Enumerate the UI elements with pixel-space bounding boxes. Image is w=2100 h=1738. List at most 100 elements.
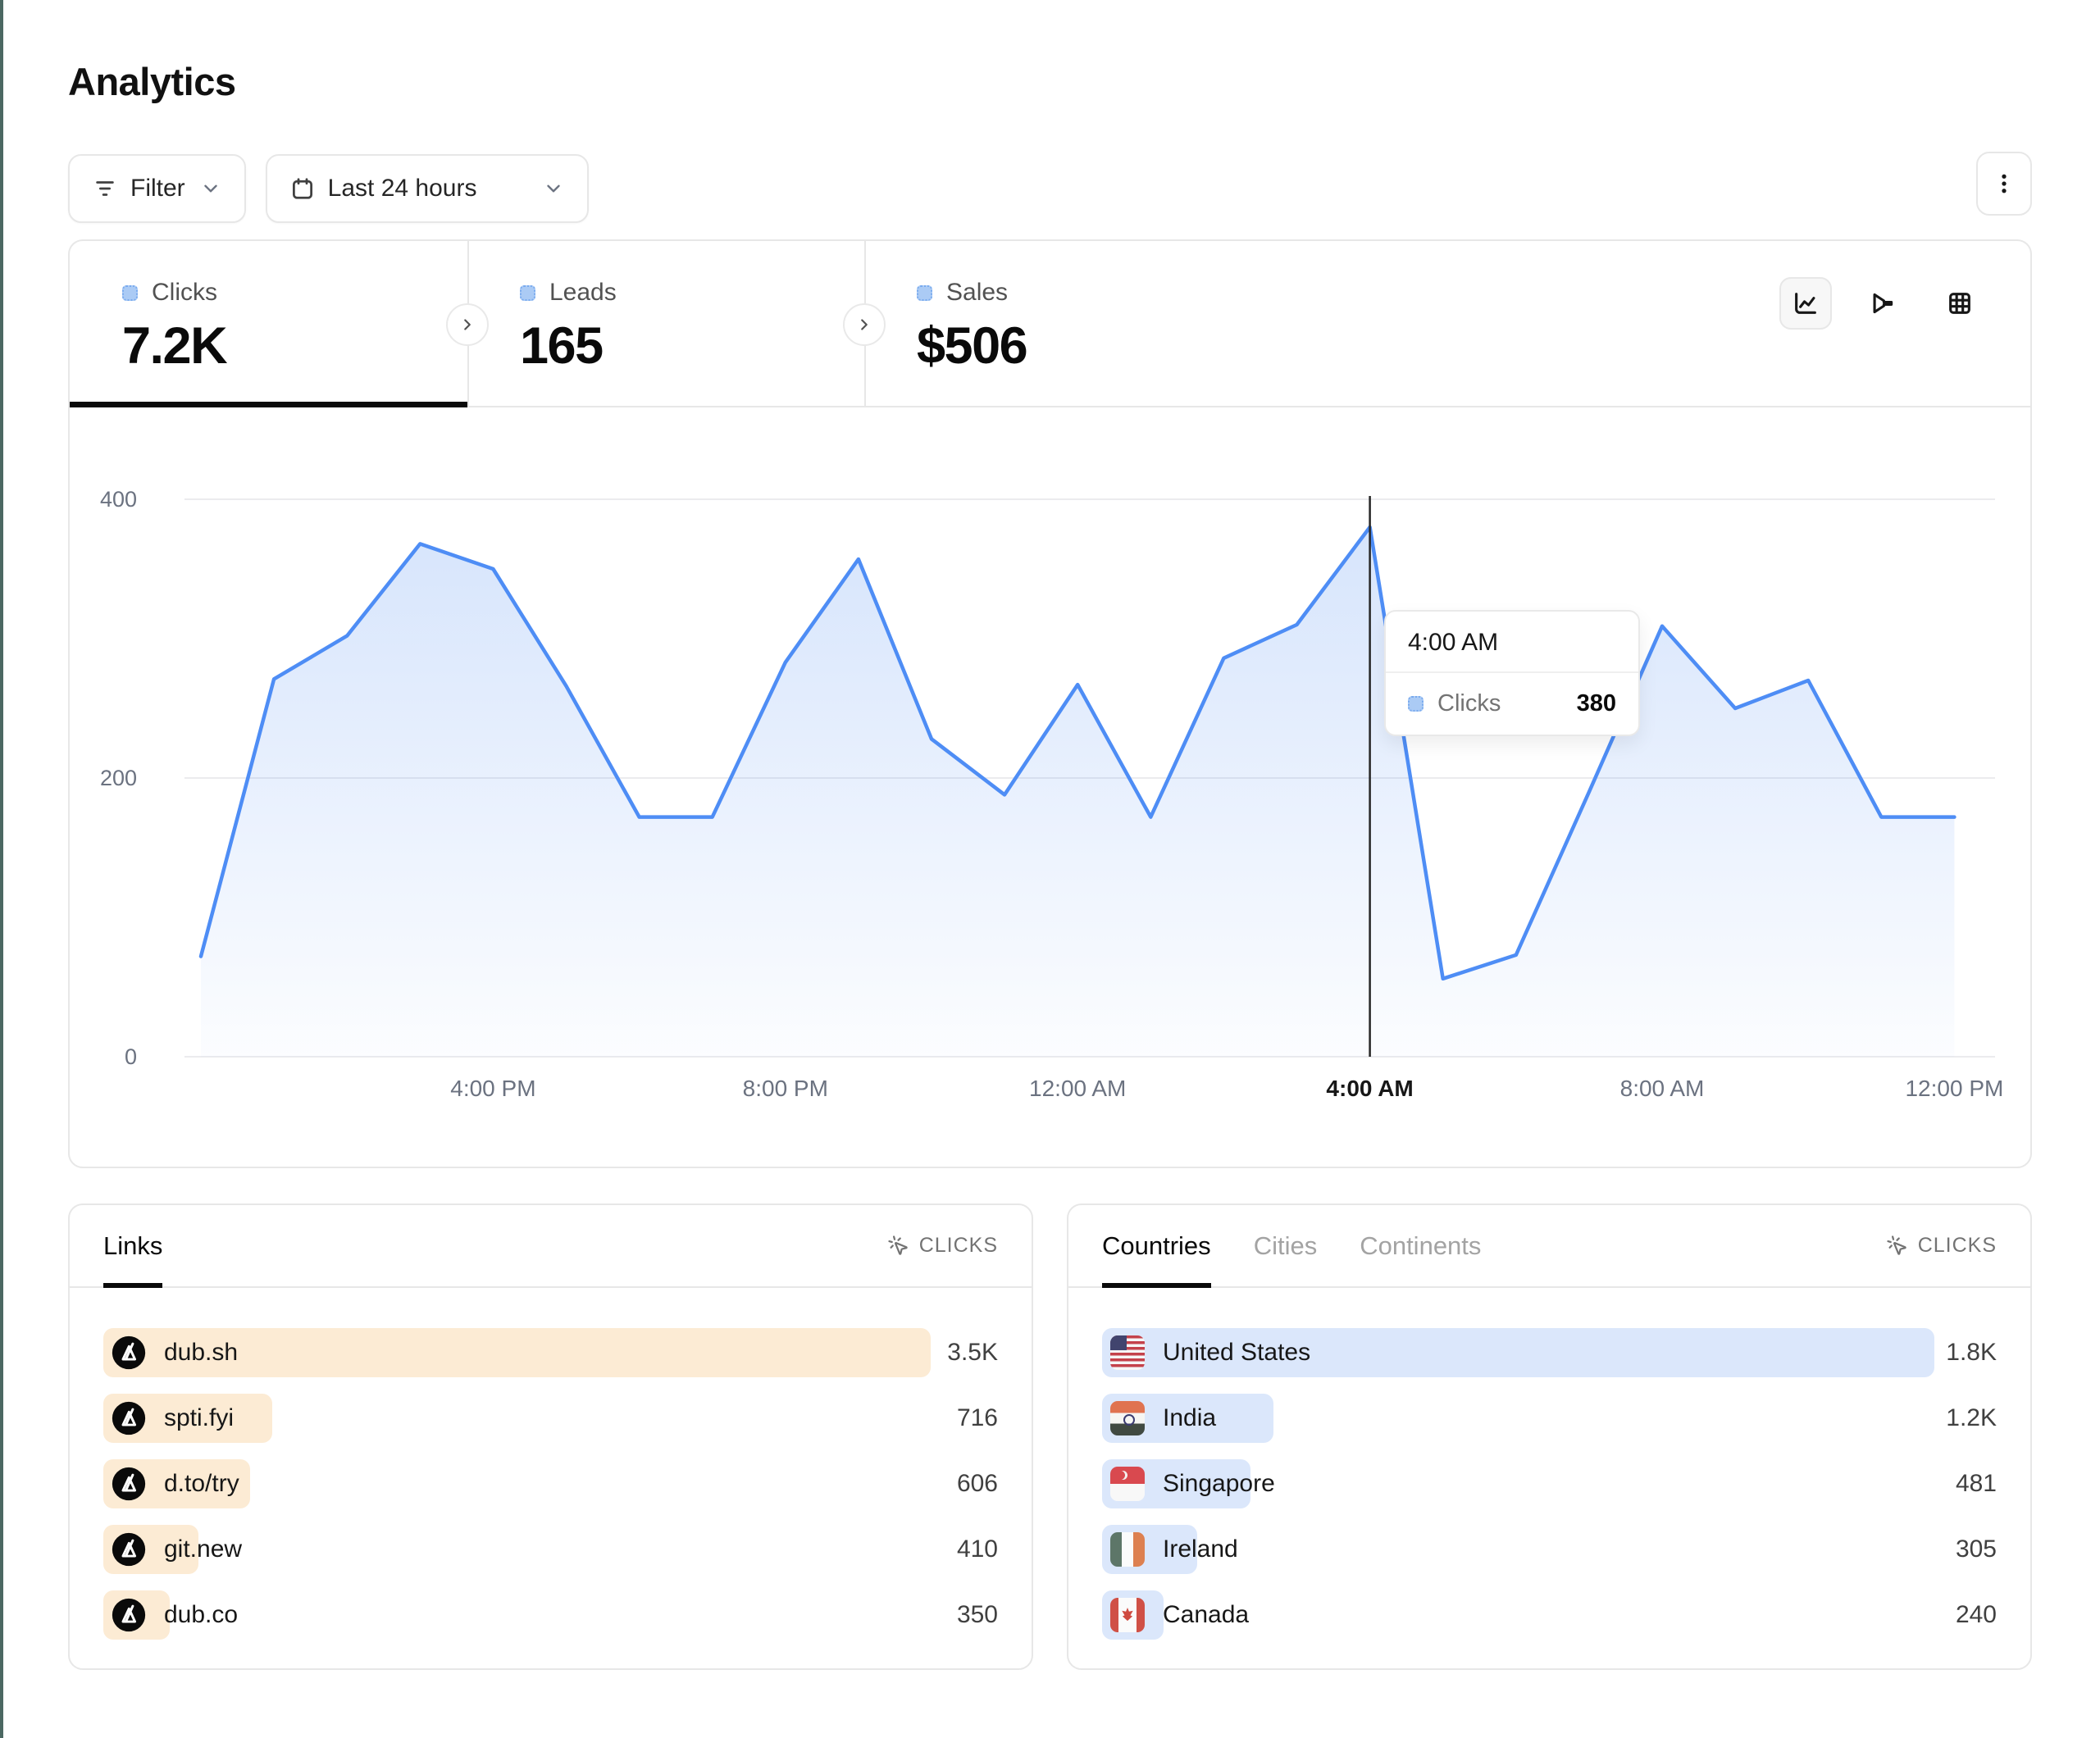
link-clicks-value: 606	[957, 1470, 998, 1498]
link-clicks-value: 716	[957, 1404, 998, 1432]
clicks-legend-swatch	[122, 285, 138, 301]
dub-logo-icon	[112, 1598, 146, 1632]
link-clicks-value: 410	[957, 1536, 998, 1563]
tab-leads[interactable]: Leads 165	[467, 241, 864, 406]
chevron-down-icon	[543, 178, 564, 199]
tab-links[interactable]: Links	[103, 1205, 162, 1286]
metric-tabs: Clicks 7.2K Leads 165 Sales $506	[70, 241, 2030, 407]
cursor-click-icon	[1886, 1235, 1908, 1257]
country-label: India	[1163, 1404, 1216, 1432]
line-chart-icon	[1792, 289, 1820, 317]
country-clicks-value: 481	[1956, 1470, 1997, 1498]
tab-sales[interactable]: Sales $506	[864, 241, 1274, 406]
filter-button[interactable]: Filter	[68, 154, 246, 223]
metric-label: Sales	[946, 279, 1008, 307]
tab-countries[interactable]: Countries	[1102, 1205, 1211, 1286]
filter-button-label: Filter	[130, 175, 185, 202]
date-range-button[interactable]: Last 24 hours	[266, 154, 589, 223]
countries-metric-selector[interactable]: CLICKS	[1886, 1234, 1997, 1258]
analytics-card: Clicks 7.2K Leads 165 Sales $506	[68, 239, 2032, 1168]
us-flag-icon	[1110, 1335, 1145, 1370]
tooltip-time: 4:00 AM	[1386, 612, 1638, 671]
country-label: Ireland	[1163, 1536, 1238, 1563]
dub-logo-icon	[112, 1467, 146, 1501]
metric-header-label: CLICKS	[919, 1234, 998, 1258]
tab-cities[interactable]: Cities	[1254, 1205, 1318, 1286]
country-clicks-value: 305	[1956, 1536, 1997, 1563]
country-clicks-value: 1.2K	[1946, 1404, 1997, 1432]
country-label: Canada	[1163, 1601, 1249, 1629]
tab-label: Cities	[1254, 1231, 1318, 1261]
ireland-flag-icon	[1110, 1532, 1145, 1567]
country-label: United States	[1163, 1339, 1310, 1367]
singapore-flag-icon	[1110, 1467, 1145, 1501]
chevron-right-icon	[855, 316, 873, 334]
svg-text:0: 0	[125, 1044, 137, 1069]
country-row[interactable]: India 1.2K	[1102, 1394, 1997, 1443]
links-metric-selector[interactable]: CLICKS	[887, 1234, 998, 1258]
link-label: d.to/try	[164, 1470, 239, 1498]
country-row[interactable]: Singapore 481	[1102, 1459, 1997, 1508]
svg-text:12:00 PM: 12:00 PM	[1905, 1076, 2003, 1101]
countries-panel: Countries Cities Continents CLICKS Unite…	[1067, 1203, 2032, 1670]
funnel-icon	[1869, 289, 1897, 317]
country-row[interactable]: United States 1.8K	[1102, 1328, 1997, 1377]
metric-value: 165	[520, 316, 864, 375]
window-edge-strip	[0, 0, 3, 1738]
tooltip-series-label: Clicks	[1437, 690, 1501, 717]
more-options-button[interactable]	[1976, 152, 2032, 216]
link-row[interactable]: dub.co 350	[103, 1590, 998, 1640]
dub-logo-icon	[112, 1335, 146, 1370]
chart-view-toggles	[1779, 277, 1986, 330]
country-row[interactable]: Ireland 305	[1102, 1525, 1997, 1574]
svg-text:4:00 AM: 4:00 AM	[1326, 1076, 1413, 1101]
filter-icon	[93, 176, 117, 201]
link-row[interactable]: dub.sh 3.5K	[103, 1328, 998, 1377]
country-clicks-value: 1.8K	[1946, 1339, 1997, 1367]
svg-text:8:00 AM: 8:00 AM	[1620, 1076, 1705, 1101]
clicks-legend-swatch	[1408, 696, 1424, 712]
metric-header-label: CLICKS	[1918, 1234, 1997, 1258]
clicks-timeseries-chart[interactable]: 0 200 400 4:00 PM 8:00 PM 12:00 AM 4:00 AM 8:00…	[70, 407, 2030, 1167]
dub-logo-icon	[112, 1401, 146, 1435]
line-chart-view-button[interactable]	[1779, 277, 1832, 330]
funnel-view-button[interactable]	[1856, 277, 1909, 330]
country-label: Singapore	[1163, 1470, 1275, 1498]
expand-clicks-button[interactable]	[446, 303, 489, 346]
chart-tooltip: 4:00 AM Clicks 380	[1384, 610, 1640, 736]
tab-label: Links	[103, 1231, 162, 1261]
calendar-icon	[290, 176, 315, 201]
tooltip-row: Clicks 380	[1386, 673, 1638, 735]
kebab-menu-icon	[1992, 171, 2016, 196]
india-flag-icon	[1110, 1401, 1145, 1435]
svg-text:8:00 PM: 8:00 PM	[743, 1076, 828, 1101]
canada-flag-icon	[1110, 1598, 1145, 1632]
link-row[interactable]: git.new 410	[103, 1525, 998, 1574]
country-row[interactable]: Canada 240	[1102, 1590, 1997, 1640]
countries-panel-header: Countries Cities Continents CLICKS	[1068, 1205, 2030, 1288]
table-view-button[interactable]	[1934, 277, 1986, 330]
toolbar: Filter Last 24 hours	[68, 154, 589, 223]
active-tab-underline	[70, 402, 467, 407]
svg-text:400: 400	[100, 487, 137, 512]
expand-leads-button[interactable]	[843, 303, 886, 346]
metric-label: Leads	[549, 279, 617, 307]
leads-legend-swatch	[520, 285, 535, 301]
country-clicks-value: 240	[1956, 1601, 1997, 1629]
tab-label: Countries	[1102, 1231, 1211, 1261]
link-clicks-value: 3.5K	[947, 1339, 998, 1367]
metric-value: 7.2K	[122, 316, 467, 375]
metric-value: $506	[917, 316, 1274, 375]
svg-text:200: 200	[100, 766, 137, 790]
tab-clicks[interactable]: Clicks 7.2K	[70, 241, 467, 406]
tab-continents[interactable]: Continents	[1360, 1205, 1481, 1286]
links-list: dub.sh 3.5K spti.fyi 716 d.to/try 606	[70, 1288, 1032, 1640]
svg-text:12:00 AM: 12:00 AM	[1029, 1076, 1126, 1101]
link-row[interactable]: spti.fyi 716	[103, 1394, 998, 1443]
tooltip-value: 380	[1577, 690, 1616, 717]
svg-text:4:00 PM: 4:00 PM	[450, 1076, 535, 1101]
cursor-click-icon	[887, 1235, 909, 1257]
link-label: spti.fyi	[164, 1404, 234, 1432]
link-row[interactable]: d.to/try 606	[103, 1459, 998, 1508]
link-label: git.new	[164, 1536, 242, 1563]
